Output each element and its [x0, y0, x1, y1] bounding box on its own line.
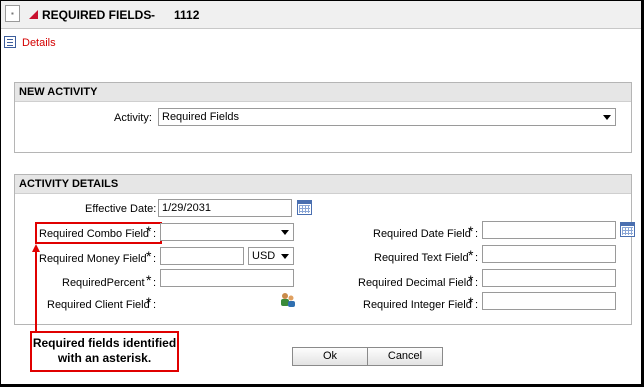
date-field-label: Required Date Field: [373, 228, 471, 240]
title-bar: ▪ REQUIRED FIELDS - 1112: [1, 1, 641, 29]
activity-label: Activity:: [114, 112, 152, 124]
combo-colon: :: [153, 228, 157, 240]
asterisk-callout: Required fields identified with an aster…: [30, 331, 179, 372]
integer-required-asterisk: *: [468, 294, 474, 310]
effective-date-value: 1/29/2031: [162, 202, 211, 214]
details-list-icon[interactable]: [4, 36, 16, 48]
window-frame: ▪ REQUIRED FIELDS - 1112 Details NEW ACT…: [0, 0, 644, 387]
ok-button[interactable]: Ok: [292, 347, 368, 366]
activity-select[interactable]: Required Fields: [158, 108, 616, 126]
date-field-input[interactable]: [482, 221, 616, 239]
decimal-required-asterisk: *: [468, 272, 474, 288]
effective-date-input[interactable]: 1/29/2031: [158, 199, 292, 217]
date-colon: :: [475, 228, 479, 240]
text-colon: :: [475, 252, 479, 264]
decimal-colon: :: [475, 277, 479, 289]
calendar-icon[interactable]: [297, 200, 312, 215]
text-field-label: Required Text Field: [374, 252, 469, 264]
calendar-icon[interactable]: [620, 222, 635, 237]
client-field-label: Required Client Field: [47, 299, 150, 311]
percent-field-input[interactable]: [160, 269, 294, 287]
title-triangle-icon: [29, 10, 38, 19]
percent-field-label: RequiredPercent: [62, 277, 145, 289]
decimal-field-label: Required Decimal Field: [358, 277, 473, 289]
money-field-input[interactable]: [160, 247, 244, 265]
date-required-asterisk: *: [468, 223, 474, 239]
combo-required-asterisk: *: [146, 223, 152, 239]
callout-arrow-icon: [32, 244, 40, 332]
effective-date-label: Effective Date:: [85, 203, 157, 215]
client-required-asterisk: *: [146, 294, 152, 310]
money-required-asterisk: *: [146, 248, 152, 264]
decimal-field-input[interactable]: [482, 269, 616, 287]
combo-field-select[interactable]: [160, 223, 294, 241]
integer-field-label: Required Integer Field: [363, 299, 472, 311]
integer-field-input[interactable]: [482, 292, 616, 310]
window-menu-icon[interactable]: ▪: [5, 5, 20, 22]
currency-value: USD: [252, 250, 276, 262]
title-separator: -: [151, 8, 155, 22]
activity-details-heading: ACTIVITY DETAILS: [15, 175, 631, 194]
integer-colon: :: [475, 299, 479, 311]
callout-line-2: with an asterisk.: [57, 351, 152, 365]
callout-line-1: Required fields identified: [32, 336, 177, 350]
text-field-input[interactable]: [482, 245, 616, 263]
currency-select[interactable]: USD: [248, 247, 294, 265]
record-number: 1112: [174, 8, 200, 22]
money-colon: :: [153, 253, 157, 265]
details-link[interactable]: Details: [22, 37, 56, 49]
activity-select-value: Required Fields: [162, 111, 240, 123]
dropdown-arrow-icon: [281, 254, 289, 259]
percent-colon: :: [153, 277, 157, 289]
cancel-button[interactable]: Cancel: [367, 347, 443, 366]
combo-field-label: Required Combo Field: [39, 228, 150, 240]
new-activity-heading: NEW ACTIVITY: [15, 83, 631, 102]
page-title: REQUIRED FIELDS: [42, 8, 152, 22]
text-required-asterisk: *: [468, 247, 474, 263]
client-lookup-icon[interactable]: [280, 292, 296, 308]
new-activity-section: NEW ACTIVITY Activity: Required Fields: [14, 82, 632, 153]
money-field-label: Required Money Field: [39, 253, 147, 265]
dropdown-arrow-icon: [281, 230, 289, 235]
dropdown-arrow-icon: [603, 115, 611, 120]
client-colon: :: [153, 299, 157, 311]
percent-required-asterisk: *: [146, 272, 152, 288]
